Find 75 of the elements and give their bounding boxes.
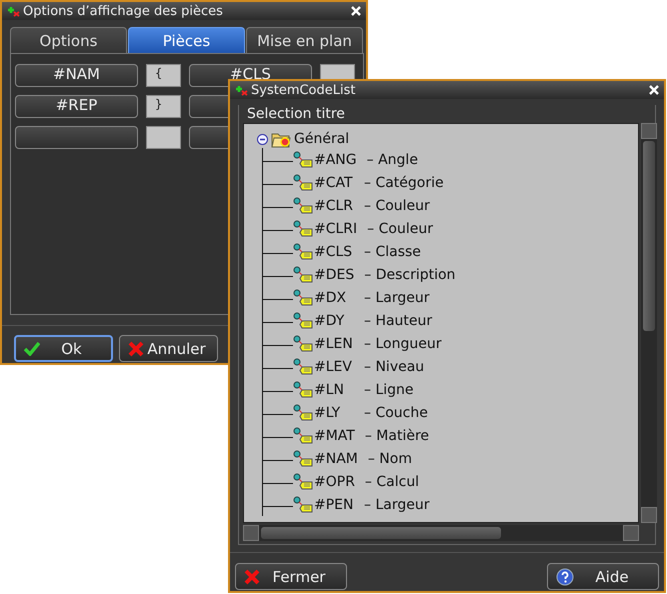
help-button[interactable]: Aide bbox=[547, 563, 659, 590]
code-button[interactable]: #NAM bbox=[15, 64, 138, 87]
ok-button[interactable]: Ok bbox=[14, 335, 113, 362]
tree-item[interactable]: #DY bbox=[314, 312, 354, 328]
item-description: – Couleur bbox=[367, 220, 433, 236]
cancel-button[interactable]: Annuler bbox=[119, 335, 218, 362]
tree-item[interactable]: #DX bbox=[314, 290, 354, 306]
code-button[interactable]: #REP bbox=[15, 95, 138, 118]
item-description: – Catégorie bbox=[364, 174, 444, 190]
cross-icon bbox=[244, 568, 260, 584]
tree-item[interactable]: #LEV bbox=[314, 358, 354, 374]
help-icon bbox=[556, 568, 574, 586]
tree-item[interactable]: #ANG bbox=[314, 152, 357, 168]
horizontal-scrollbar[interactable] bbox=[243, 525, 639, 541]
tree-item[interactable]: #LN bbox=[314, 382, 354, 398]
tag-icon bbox=[293, 220, 313, 238]
close-button[interactable] bbox=[350, 5, 362, 17]
item-description: – Nom bbox=[368, 450, 412, 466]
tree-item[interactable]: #CLRI bbox=[314, 220, 358, 236]
tree-item[interactable]: #NAM bbox=[314, 450, 358, 466]
tag-icon bbox=[293, 334, 313, 352]
tree-item[interactable]: Général bbox=[294, 131, 350, 147]
item-description: – Largeur bbox=[364, 290, 430, 306]
tag-icon bbox=[293, 358, 313, 376]
tag-icon bbox=[293, 496, 313, 514]
item-description: – Couche bbox=[364, 404, 428, 420]
tab[interactable]: Mise en plan bbox=[246, 27, 363, 53]
item-description: – Matière bbox=[364, 428, 430, 444]
collapse-icon[interactable] bbox=[257, 134, 268, 144]
item-description: – Longueur bbox=[364, 336, 442, 352]
tag-icon bbox=[293, 380, 313, 398]
item-description: – Calcul bbox=[364, 474, 420, 490]
check-icon bbox=[24, 342, 40, 356]
item-description: – Description bbox=[364, 266, 456, 282]
tree-item[interactable]: #CAT bbox=[314, 174, 354, 190]
tag-icon bbox=[293, 242, 313, 260]
vertical-scrollbar[interactable] bbox=[641, 123, 657, 523]
tree-item[interactable]: #DES bbox=[314, 266, 354, 282]
tree-item[interactable]: #LY bbox=[314, 404, 354, 420]
app-icon bbox=[234, 84, 248, 96]
tree-item[interactable]: #PEN bbox=[314, 496, 354, 512]
tag-icon bbox=[293, 150, 313, 168]
group-title: Selection titre bbox=[247, 105, 346, 123]
tree-item[interactable]: #CLS bbox=[314, 244, 354, 260]
item-description: – Largeur bbox=[364, 496, 430, 512]
window-title: Options d’affichage des pièces bbox=[23, 4, 224, 18]
item-description: – Classe bbox=[364, 244, 421, 260]
tag-icon bbox=[293, 196, 313, 214]
input-field[interactable] bbox=[146, 126, 181, 149]
tree-item[interactable]: #LEN bbox=[314, 336, 354, 352]
tree-item[interactable]: #CLR bbox=[314, 198, 354, 214]
item-description: – Niveau bbox=[364, 358, 424, 374]
tag-icon bbox=[293, 312, 313, 330]
tag-icon bbox=[293, 404, 313, 422]
app-icon bbox=[6, 5, 20, 17]
input-field[interactable]: } bbox=[146, 95, 181, 118]
item-description: – Hauteur bbox=[364, 312, 432, 328]
item-description: – Ligne bbox=[364, 382, 414, 398]
code-button[interactable] bbox=[15, 126, 138, 149]
tag-icon bbox=[293, 288, 313, 306]
input-field[interactable]: { bbox=[146, 64, 181, 87]
close-button[interactable] bbox=[648, 84, 660, 96]
tag-icon bbox=[293, 450, 313, 468]
tab[interactable]: Pièces bbox=[128, 27, 245, 53]
tag-icon bbox=[293, 426, 313, 444]
close-button[interactable]: Fermer bbox=[235, 563, 347, 590]
item-description: – Angle bbox=[366, 152, 418, 168]
tree-item[interactable]: #OPR bbox=[314, 474, 355, 490]
tag-icon bbox=[293, 266, 313, 284]
item-description: – Couleur bbox=[364, 198, 430, 214]
tag-icon bbox=[293, 472, 313, 490]
tree-item[interactable]: #MAT bbox=[314, 428, 355, 444]
cross-icon bbox=[128, 340, 144, 356]
tag-icon bbox=[293, 174, 313, 192]
tab[interactable]: Options bbox=[10, 27, 127, 53]
